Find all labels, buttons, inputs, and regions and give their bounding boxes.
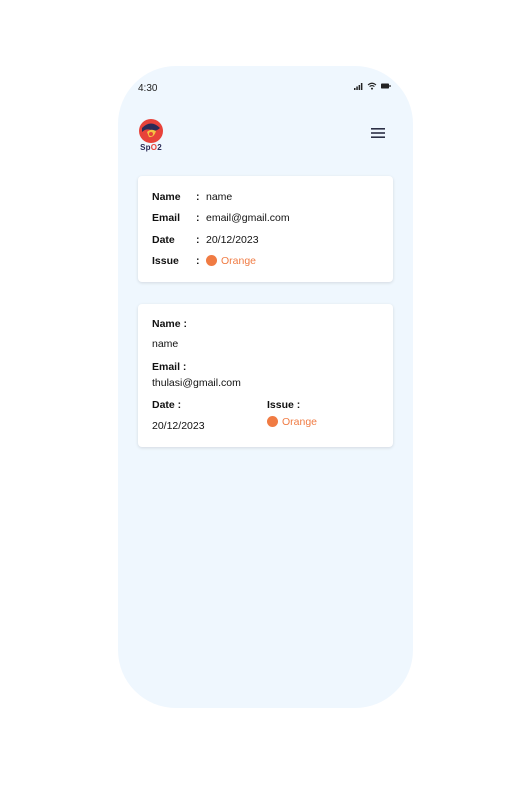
record-card-1[interactable]: Name : name Email : email@gmail.com Date… (138, 176, 393, 282)
colon: : (196, 191, 200, 203)
battery-icon (381, 83, 391, 89)
record-card-2[interactable]: Name : name Email : thulasi@gmail.com Da… (138, 304, 393, 447)
status-time: 4:30 (138, 83, 158, 94)
date-label: Date : (152, 399, 182, 411)
email-label: Email (152, 212, 181, 224)
status-bar: 4:30 (118, 66, 413, 110)
email-value: email@gmail.com (206, 212, 290, 224)
email-value: thulasi@gmail.com (152, 377, 241, 389)
colon: : (196, 212, 200, 224)
issue-value-text: Orange (282, 416, 318, 428)
app-logo-icon (139, 119, 163, 143)
issue-value: Orange (267, 416, 317, 429)
name-value: name (206, 191, 233, 203)
date-label: Date (152, 234, 175, 246)
phone-screen: 4:30 SpO2 Name: name Email: email@gmai… (118, 66, 413, 708)
date-value: 20/12/2023 (206, 234, 259, 246)
issue-label: Issue (152, 255, 179, 267)
signal-icon (354, 82, 363, 90)
status-icons (354, 82, 391, 90)
name-value: name (152, 338, 179, 350)
issue-value-text: Orange (221, 255, 257, 267)
issue-value: Orange (206, 254, 256, 268)
colon: : (196, 234, 200, 246)
colon: : (196, 255, 200, 267)
name-label: Name : (152, 318, 188, 330)
name-label: Name (152, 191, 181, 203)
email-label: Email : (152, 361, 187, 373)
date-value: 20/12/2023 (152, 420, 205, 432)
menu-icon[interactable] (371, 127, 385, 139)
status-dot-icon (267, 416, 278, 427)
issue-label: Issue : (267, 399, 301, 411)
status-dot-icon (206, 255, 217, 266)
app-logo-text: SpO2 (140, 143, 162, 152)
wifi-icon (367, 82, 377, 90)
